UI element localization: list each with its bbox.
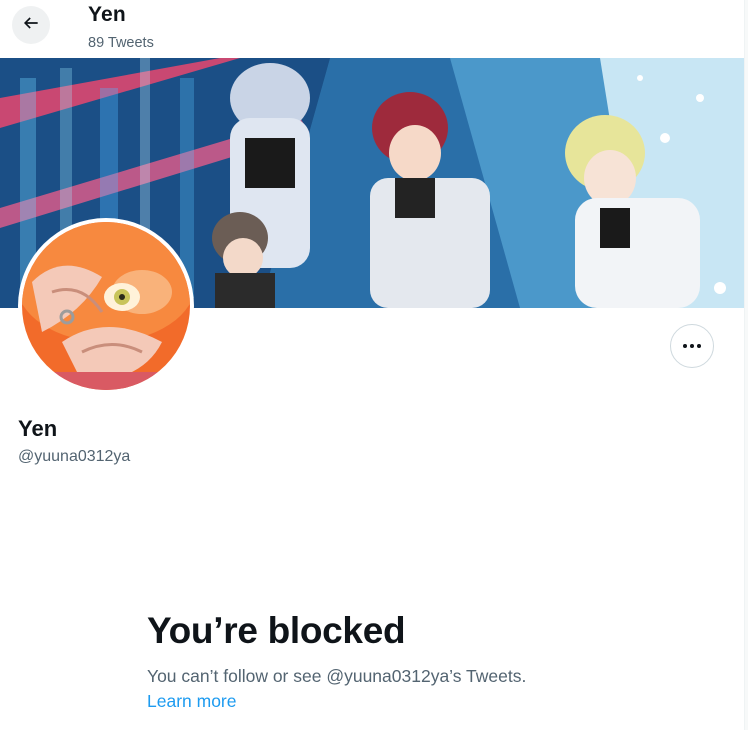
- learn-more-link[interactable]: Learn more: [147, 691, 237, 712]
- blocked-message: You can’t follow or see @yuuna0312ya’s T…: [147, 666, 527, 686]
- header-title: Yen: [88, 3, 126, 26]
- avatar[interactable]: [18, 218, 194, 394]
- blocked-title: You’re blocked: [147, 610, 406, 651]
- profile-column: Yen 89 Tweets Yen @yuuna0312ya You’re bl…: [0, 0, 744, 730]
- more-options-button[interactable]: [670, 324, 714, 368]
- tweet-count: 89 Tweets: [88, 35, 154, 51]
- more-horizontal-icon: [683, 344, 701, 348]
- profile-name: Yen: [18, 416, 58, 441]
- back-button[interactable]: [12, 6, 50, 44]
- profile-header: Yen 89 Tweets: [0, 0, 744, 58]
- avatar-image: [22, 222, 190, 390]
- arrow-left-icon: [21, 13, 41, 38]
- profile-handle: @yuuna0312ya: [18, 448, 131, 465]
